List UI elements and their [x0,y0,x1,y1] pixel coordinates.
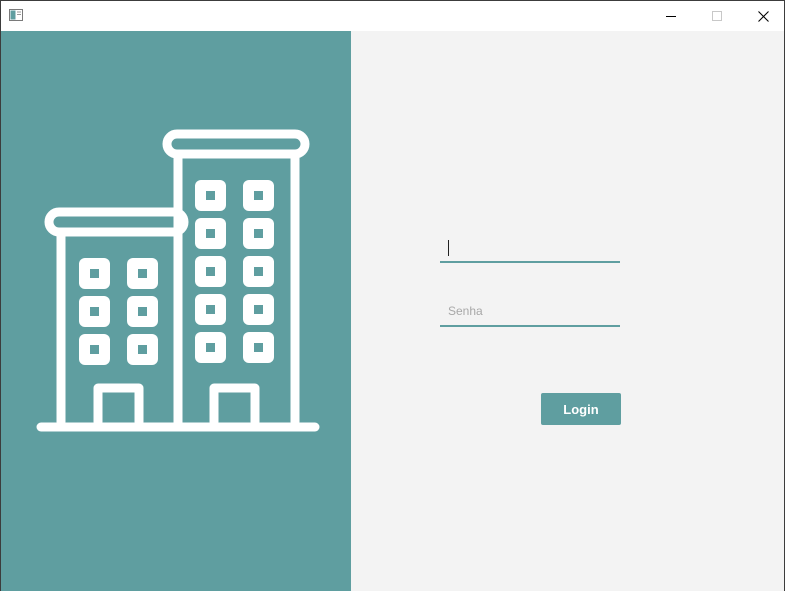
login-form-panel: Login [351,31,784,591]
window-app-icon [9,9,23,21]
branding-panel [1,31,351,591]
title-bar[interactable] [1,1,784,31]
login-button[interactable]: Login [541,393,621,425]
password-field[interactable] [440,297,620,327]
maximize-button[interactable] [694,1,740,31]
close-button[interactable] [740,1,785,31]
close-icon [757,10,769,22]
login-window: Login [0,0,785,591]
text-cursor [448,240,449,256]
minimize-icon [666,16,676,17]
minimize-button[interactable] [648,1,694,31]
maximize-icon [712,11,722,21]
building-icon [36,129,320,432]
username-field[interactable] [440,233,620,263]
